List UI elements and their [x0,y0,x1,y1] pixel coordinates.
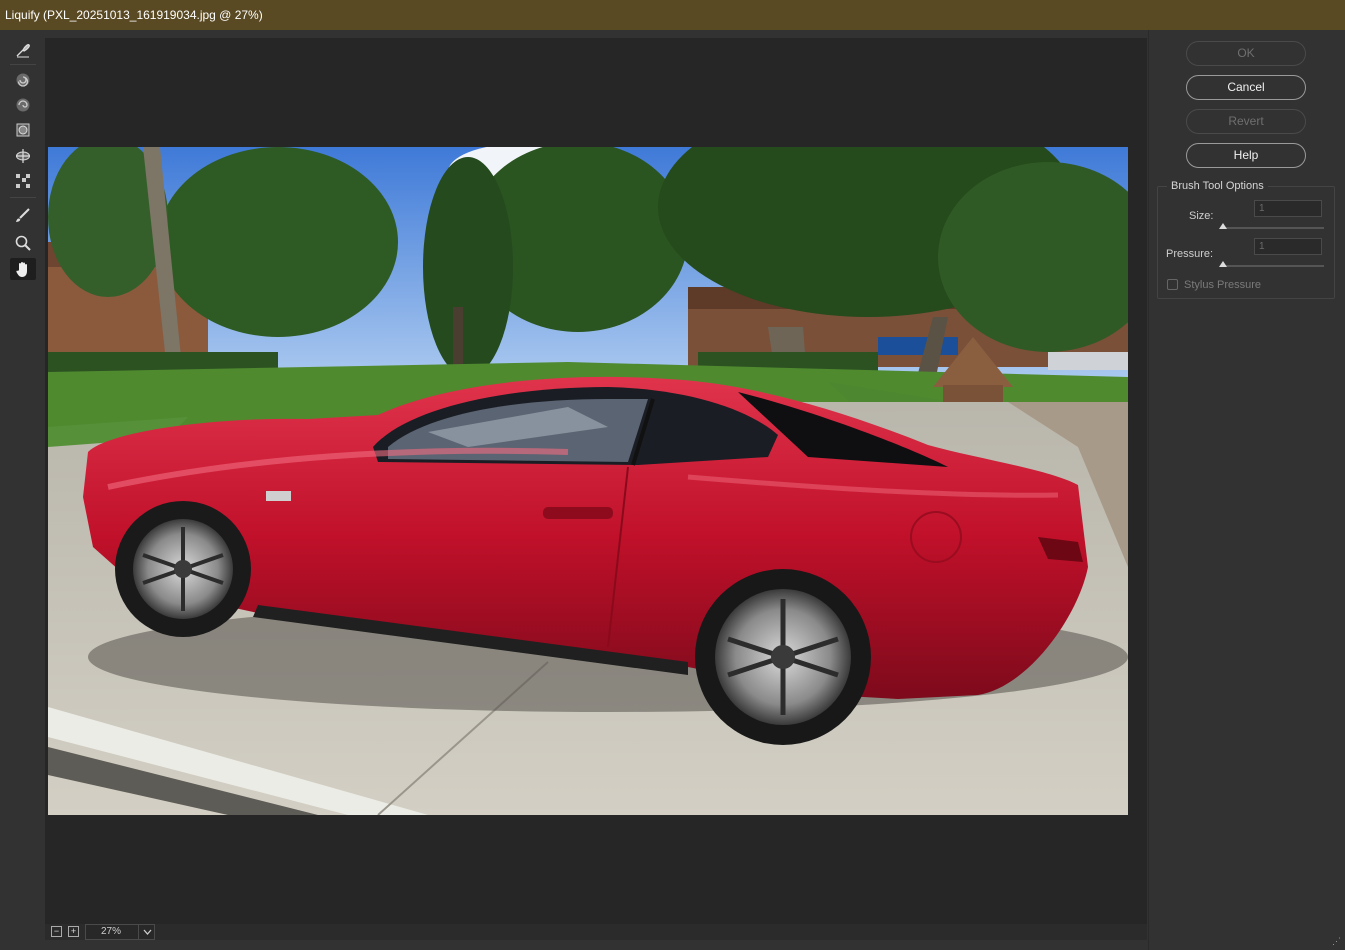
forward-warp-tool[interactable] [10,39,36,61]
twirl-icon [16,73,30,87]
stylus-pressure-checkbox[interactable] [1167,279,1178,290]
freeze-mask-icon [16,174,30,188]
window-title: Liquify (PXL_20251013_161919034.jpg @ 27… [5,8,263,22]
pressure-label: Pressure: [1166,248,1214,260]
forward-warp-icon [16,44,30,58]
bloat-icon [16,123,30,137]
revert-button[interactable]: Revert [1186,109,1306,134]
pressure-field[interactable]: 1 [1254,238,1322,255]
ok-button[interactable]: OK [1186,41,1306,66]
bloat-tool[interactable] [10,119,36,141]
cancel-button[interactable]: Cancel [1186,75,1306,100]
zoom-dropdown[interactable] [138,924,155,940]
tool-palette [0,30,45,950]
pucker-tool[interactable] [10,94,36,116]
brush-tool-options-title: Brush Tool Options [1167,180,1268,192]
push-left-tool[interactable] [10,145,36,167]
hand-tool[interactable] [10,258,36,280]
preview-image[interactable] [48,147,1128,815]
size-label: Size: [1189,210,1214,222]
pressure-slider[interactable] [1222,265,1324,267]
stylus-pressure-label: Stylus Pressure [1184,279,1262,291]
toolbar-divider [10,197,36,198]
chevron-down-icon [143,929,151,935]
options-panel [1148,30,1345,950]
size-field[interactable]: 1 [1254,200,1322,217]
twirl-clockwise-tool[interactable] [10,69,36,91]
car-photo [48,147,1128,815]
size-slider[interactable] [1222,227,1324,229]
window-title-bar: Liquify (PXL_20251013_161919034.jpg @ 27… [0,0,1345,30]
zoom-in-button[interactable]: + [68,926,79,937]
thaw-mask-tool[interactable] [10,204,36,226]
freeze-mask-tool[interactable] [10,170,36,192]
brush-icon [16,208,30,222]
zoom-tool[interactable] [10,232,36,254]
push-left-icon [16,149,30,163]
hand-icon [16,262,27,277]
status-bar [45,924,1147,940]
toolbar-divider [10,64,36,65]
pressure-slider-thumb[interactable] [1219,261,1227,267]
magnifier-icon [15,235,31,251]
size-slider-thumb[interactable] [1219,223,1227,229]
pucker-icon [16,98,30,112]
zoom-out-button[interactable]: − [51,926,62,937]
resize-grip-icon[interactable]: ⋰ [1332,936,1341,947]
help-button[interactable]: Help [1186,143,1306,168]
zoom-value: 27% [101,926,122,937]
